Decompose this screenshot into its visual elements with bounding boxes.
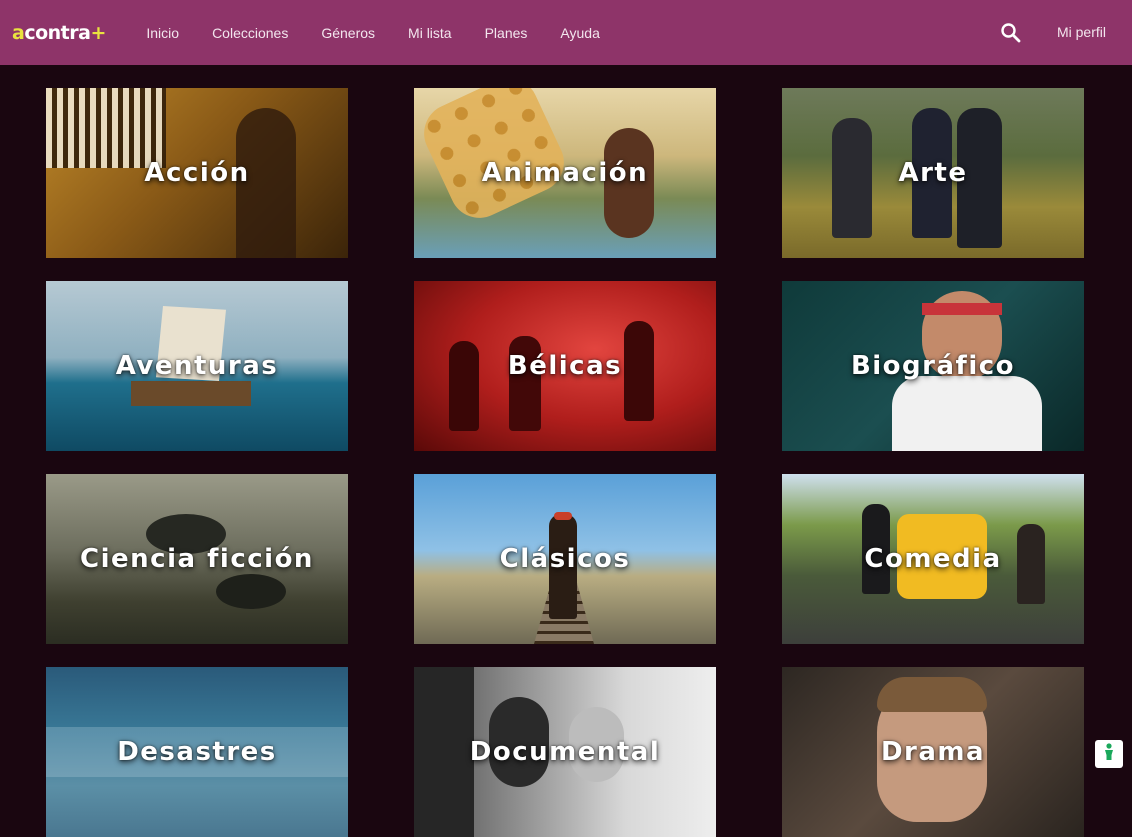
accessibility-icon xyxy=(1102,742,1116,766)
acontra-logo[interactable]: acontra+ xyxy=(12,22,106,44)
genre-label: Animación xyxy=(481,158,649,188)
genre-tile-drama[interactable]: Drama xyxy=(782,667,1084,837)
nav-inicio[interactable]: Inicio xyxy=(130,25,196,41)
profile-link[interactable]: Mi perfil xyxy=(1057,24,1106,40)
logo-plus: + xyxy=(90,21,106,44)
genre-label: Desastres xyxy=(117,737,277,767)
genre-tile-arte[interactable]: Arte xyxy=(782,88,1084,258)
logo-a: a xyxy=(12,21,25,44)
genre-tile-comedia[interactable]: Comedia xyxy=(782,474,1084,644)
genre-tile-animacion[interactable]: Animación xyxy=(414,88,716,258)
genre-tile-aventuras[interactable]: Aventuras xyxy=(46,281,348,451)
top-navigation-bar: acontra+ Inicio Colecciones Géneros Mi l… xyxy=(0,0,1132,65)
genre-label: Arte xyxy=(898,158,968,188)
genre-label: Bélicas xyxy=(507,351,623,381)
genre-tile-ciencia-ficcion[interactable]: Ciencia ficción xyxy=(46,474,348,644)
genre-tile-biografico[interactable]: Biográfico xyxy=(782,281,1084,451)
nav-colecciones[interactable]: Colecciones xyxy=(196,25,305,41)
genre-tile-desastres[interactable]: Desastres xyxy=(46,667,348,837)
nav-generos[interactable]: Géneros xyxy=(305,25,392,41)
nav-ayuda[interactable]: Ayuda xyxy=(544,25,616,41)
nav-mi-lista[interactable]: Mi lista xyxy=(392,25,469,41)
genre-label: Comedia xyxy=(864,544,1002,574)
genre-label: Ciencia ficción xyxy=(80,544,314,574)
genre-label: Acción xyxy=(144,158,250,188)
genre-label: Clásicos xyxy=(499,544,631,574)
genre-label: Aventuras xyxy=(115,351,279,381)
nav-planes[interactable]: Planes xyxy=(468,25,544,41)
logo-text: contra xyxy=(24,21,91,44)
genre-label: Documental xyxy=(469,737,661,767)
genre-label: Biográfico xyxy=(850,351,1016,381)
genre-tile-documental[interactable]: Documental xyxy=(414,667,716,837)
genre-tile-accion[interactable]: Acción xyxy=(46,88,348,258)
main-nav: Inicio Colecciones Géneros Mi lista Plan… xyxy=(130,25,616,41)
accessibility-helper-button[interactable] xyxy=(1095,740,1123,768)
genre-grid: Acción Animación Arte Aventuras Bélicas … xyxy=(46,88,1084,837)
genre-tile-clasicos[interactable]: Clásicos xyxy=(414,474,716,644)
genre-tile-belicas[interactable]: Bélicas xyxy=(414,281,716,451)
search-icon[interactable] xyxy=(1000,22,1022,44)
genre-label: Drama xyxy=(880,737,986,767)
